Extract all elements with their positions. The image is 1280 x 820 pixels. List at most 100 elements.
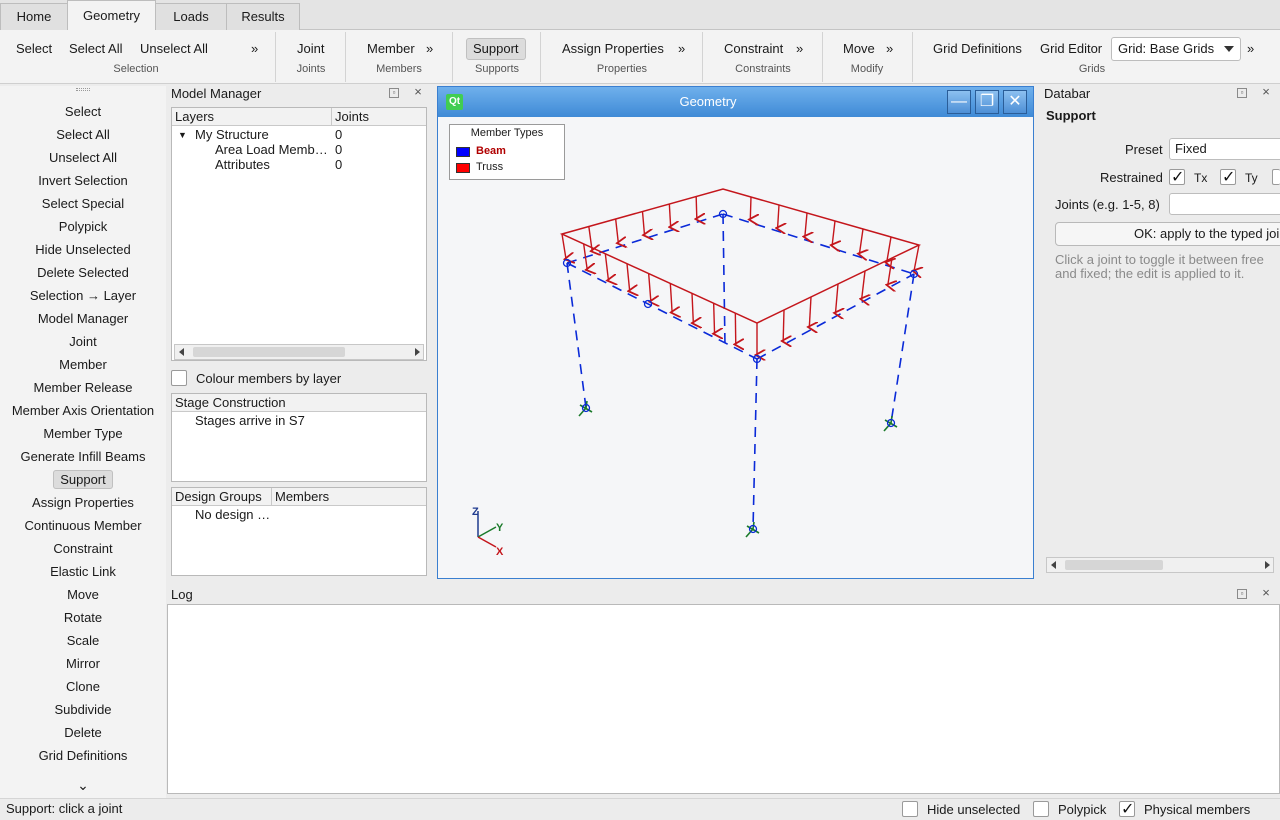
grid-editor-button[interactable]: Grid Editor: [1034, 38, 1108, 60]
selection-more-button[interactable]: »: [245, 38, 262, 60]
scroll-right-icon[interactable]: [1265, 561, 1270, 569]
joints-column-header[interactable]: Joints: [332, 108, 426, 126]
support-button[interactable]: Support: [466, 38, 526, 60]
hide-unselected-checkbox[interactable]: [902, 801, 918, 817]
beam-member[interactable]: [756, 273, 915, 360]
maximize-icon[interactable]: ❐: [975, 90, 999, 114]
tool-item[interactable]: Rotate: [0, 607, 166, 629]
tool-item[interactable]: Model Manager: [0, 308, 166, 330]
select-all-button[interactable]: Select All: [63, 38, 128, 60]
tool-item[interactable]: Select All: [0, 124, 166, 146]
move-button[interactable]: Move: [837, 38, 881, 60]
tree-item[interactable]: My Structure: [195, 127, 269, 142]
beam-member[interactable]: [722, 213, 726, 347]
scroll-left-icon[interactable]: [179, 348, 184, 356]
horizontal-scrollbar[interactable]: [1046, 557, 1274, 573]
polypick-checkbox[interactable]: [1033, 801, 1049, 817]
tool-item[interactable]: Select: [0, 101, 166, 123]
modify-more-button[interactable]: »: [880, 38, 897, 60]
minimize-icon[interactable]: —: [947, 90, 971, 114]
tool-item[interactable]: Polypick: [0, 216, 166, 238]
tool-item[interactable]: Member Type: [0, 423, 166, 445]
member-button[interactable]: Member: [361, 38, 421, 60]
float-icon[interactable]: ▫: [1237, 88, 1247, 98]
colour-by-layer-checkbox[interactable]: [171, 370, 187, 386]
close-icon[interactable]: ×: [1261, 85, 1271, 98]
properties-more-button[interactable]: »: [672, 38, 689, 60]
structure-viewport[interactable]: Z Y X: [438, 117, 1033, 578]
design-groups-column-header[interactable]: Design Groups: [172, 488, 272, 506]
tab-geometry[interactable]: Geometry: [67, 0, 156, 31]
tool-item[interactable]: Grid Definitions: [0, 745, 166, 767]
tool-item[interactable]: Member Release: [0, 377, 166, 399]
tool-item[interactable]: Elastic Link: [0, 561, 166, 583]
restrain-tx-checkbox[interactable]: ✓: [1169, 169, 1185, 186]
restrained-label: Restrained: [1100, 170, 1163, 185]
tool-item[interactable]: Hide Unselected: [0, 239, 166, 261]
tree-expand-icon[interactable]: ▼: [178, 130, 187, 140]
tool-item[interactable]: Assign Properties: [0, 492, 166, 514]
tab-loads[interactable]: Loads: [155, 3, 227, 30]
physical-members-checkbox[interactable]: ✓: [1119, 801, 1135, 818]
tool-item[interactable]: Move: [0, 584, 166, 606]
tool-item[interactable]: Member Axis Orientation: [0, 400, 166, 422]
tool-item[interactable]: Continuous Member: [0, 515, 166, 537]
constraints-more-button[interactable]: »: [790, 38, 807, 60]
joints-input[interactable]: [1169, 193, 1280, 215]
tool-item[interactable]: Subdivide: [0, 699, 166, 721]
preset-select[interactable]: Fixed: [1169, 138, 1280, 160]
drag-handle-icon[interactable]: [76, 88, 90, 91]
tool-item[interactable]: Invert Selection: [0, 170, 166, 192]
constraint-button[interactable]: Constraint: [718, 38, 789, 60]
horizontal-scrollbar[interactable]: [174, 344, 424, 360]
tool-item[interactable]: Scale: [0, 630, 166, 652]
grids-more-button[interactable]: »: [1241, 38, 1258, 60]
expand-more-icon[interactable]: ⌄: [0, 774, 166, 796]
tree-item[interactable]: Attributes: [215, 157, 270, 172]
tool-item-label: Member Type: [43, 426, 123, 441]
tool-item[interactable]: Unselect All: [0, 147, 166, 169]
load-arrow: [859, 228, 863, 254]
beam-member[interactable]: [752, 358, 758, 530]
grid-definitions-button[interactable]: Grid Definitions: [927, 38, 1028, 60]
tool-item[interactable]: Support: [0, 469, 166, 491]
close-icon[interactable]: ×: [413, 85, 423, 98]
log-output[interactable]: [167, 604, 1280, 794]
tool-item[interactable]: Constraint: [0, 538, 166, 560]
tool-item[interactable]: Generate Infill Beams: [0, 446, 166, 468]
tree-item[interactable]: Area Load Memb…: [215, 142, 328, 157]
beam-member[interactable]: [890, 273, 915, 424]
joint-button[interactable]: Joint: [291, 38, 330, 60]
close-icon[interactable]: ×: [1261, 586, 1271, 599]
tab-results[interactable]: Results: [226, 3, 300, 30]
scroll-left-icon[interactable]: [1051, 561, 1056, 569]
tool-item[interactable]: Clone: [0, 676, 166, 698]
geometry-window-titlebar[interactable]: Qt Geometry — ❐ ✕: [438, 87, 1033, 117]
tool-item[interactable]: Member: [0, 354, 166, 376]
tool-item[interactable]: Selection → Layer: [0, 285, 166, 307]
float-icon[interactable]: ▫: [1237, 589, 1247, 599]
restrain-tz-checkbox[interactable]: [1272, 169, 1280, 185]
beam-member[interactable]: [566, 262, 587, 409]
members-more-button[interactable]: »: [420, 38, 437, 60]
float-icon[interactable]: ▫: [389, 88, 399, 98]
tool-item[interactable]: Delete Selected: [0, 262, 166, 284]
members-column-header[interactable]: Members: [272, 488, 426, 506]
close-icon[interactable]: ✕: [1003, 90, 1027, 114]
apply-joints-button[interactable]: OK: apply to the typed joints: [1055, 222, 1280, 246]
layers-column-header[interactable]: Layers: [172, 108, 332, 126]
restrain-ty-checkbox[interactable]: ✓: [1220, 169, 1236, 186]
tool-item[interactable]: Mirror: [0, 653, 166, 675]
tool-item[interactable]: Delete: [0, 722, 166, 744]
tab-home[interactable]: Home: [0, 3, 68, 30]
tool-item[interactable]: Joint: [0, 331, 166, 353]
scroll-right-icon[interactable]: [415, 348, 420, 356]
beam-member[interactable]: [566, 262, 758, 360]
tool-item[interactable]: Select Special: [0, 193, 166, 215]
grid-select[interactable]: Grid: Base Grids: [1111, 37, 1241, 61]
load-arrow: [836, 283, 839, 313]
select-button[interactable]: Select: [10, 38, 58, 60]
beam-member[interactable]: [722, 213, 915, 275]
unselect-all-button[interactable]: Unselect All: [134, 38, 214, 60]
assign-properties-button[interactable]: Assign Properties: [556, 38, 670, 60]
